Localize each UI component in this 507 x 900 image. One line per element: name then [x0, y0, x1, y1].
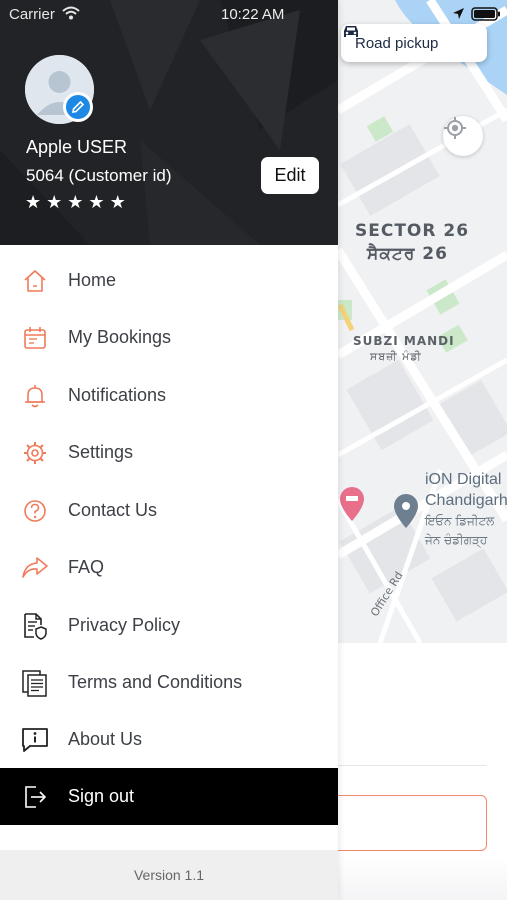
- menu-item-about-us[interactable]: About Us: [0, 711, 338, 768]
- map-poi-label: iON Digital Chandigarh: [425, 469, 507, 511]
- menu-item-home[interactable]: Home: [0, 252, 338, 309]
- bell-icon: [20, 381, 50, 411]
- menu-item-label: Home: [68, 270, 117, 290]
- question-icon: [20, 496, 50, 526]
- version-label: Version 1.1: [0, 850, 338, 900]
- sign-out-icon: [20, 782, 50, 812]
- rating-stars: ★ ★ ★ ★ ★: [25, 193, 126, 213]
- map-poi-label-line2: Chandigarh: [425, 492, 507, 509]
- navigation-drawer: Apple USER 5064 (Customer id) ★ ★ ★ ★ ★ …: [0, 0, 338, 900]
- wifi-icon: [62, 6, 80, 20]
- edit-profile-button[interactable]: Edit: [261, 157, 319, 194]
- gear-icon: [20, 438, 50, 468]
- map-sector-label-punjabi: ਸੈਕਟਰ 26: [367, 244, 448, 264]
- document-shield-icon: [20, 611, 50, 641]
- menu-item-privacy-policy[interactable]: Privacy Policy: [0, 597, 338, 654]
- home-icon: [20, 266, 50, 296]
- sign-out-button[interactable]: Sign out: [0, 768, 338, 825]
- booking-input-field[interactable]: [320, 795, 487, 851]
- road-pickup-label: Road pickup: [355, 34, 439, 52]
- menu-item-contact-us[interactable]: Contact Us: [0, 482, 338, 539]
- road-pickup-button[interactable]: Road pickup: [341, 24, 487, 62]
- map-market-label-punjabi: ਸਬਜ਼ੀ ਮੰਡੀ: [370, 350, 422, 363]
- star-icon: ★: [46, 192, 63, 213]
- menu-item-label: About Us: [68, 729, 143, 749]
- panel-bottom-fade: [338, 858, 507, 900]
- menu-item-faq[interactable]: FAQ: [0, 539, 338, 596]
- menu-item-label: Settings: [68, 442, 134, 462]
- map-poi-label-punjabi-line2: ਜੇਨ ਚੰਡੀਗੜ੍ਹ: [425, 533, 488, 547]
- share-arrow-icon: [20, 553, 50, 583]
- sign-out-label: Sign out: [68, 786, 135, 806]
- menu-item-label: Privacy Policy: [68, 615, 181, 635]
- battery-icon: [471, 7, 500, 21]
- map-poi-label-punjabi-line1: ਇਓਨ ਡਿਜੀਟਲ: [425, 514, 495, 528]
- profile-header: Apple USER 5064 (Customer id) ★ ★ ★ ★ ★ …: [0, 0, 338, 245]
- star-icon: ★: [109, 192, 126, 213]
- crosshair-icon: [444, 117, 466, 139]
- star-icon: ★: [67, 192, 84, 213]
- edit-avatar-button[interactable]: [63, 92, 93, 122]
- status-time: 10:22 AM: [221, 6, 285, 23]
- menu-item-label: FAQ: [68, 557, 105, 577]
- status-bar: Carrier 10:22 AM: [0, 0, 507, 28]
- menu-item-label: Notifications: [68, 385, 167, 405]
- customer-id: 5064 (Customer id): [26, 166, 172, 185]
- calendar-icon: [20, 323, 50, 353]
- menu-item-terms[interactable]: Terms and Conditions: [0, 654, 338, 711]
- map-market-label: SUBZI MANDI: [353, 334, 455, 348]
- info-message-icon: [20, 725, 50, 755]
- location-arrow-icon: [453, 8, 464, 19]
- star-icon: ★: [25, 192, 42, 213]
- carrier-label: Carrier: [9, 6, 55, 23]
- menu-item-label: Contact Us: [68, 500, 158, 520]
- menu-item-notifications[interactable]: Notifications: [0, 367, 338, 424]
- star-icon: ★: [88, 192, 105, 213]
- user-name: Apple USER: [26, 137, 128, 157]
- map-poi-label-punjabi: ਇਓਨ ਡਿਜੀਟਲ ਜੇਨ ਚੰਡੀਗੜ੍ਹ: [425, 512, 494, 550]
- current-location-button[interactable]: [443, 116, 483, 156]
- menu-item-settings[interactable]: Settings: [0, 424, 338, 481]
- menu-item-label: Terms and Conditions: [68, 672, 243, 692]
- map-poi-label-line1: iON Digital: [425, 471, 502, 488]
- pencil-icon: [72, 100, 85, 113]
- documents-icon: [20, 668, 50, 698]
- menu-item-label: My Bookings: [68, 327, 172, 347]
- panel-divider: [338, 765, 487, 766]
- map-sector-label: SECTOR 26: [355, 221, 470, 241]
- menu-item-my-bookings[interactable]: My Bookings: [0, 309, 338, 366]
